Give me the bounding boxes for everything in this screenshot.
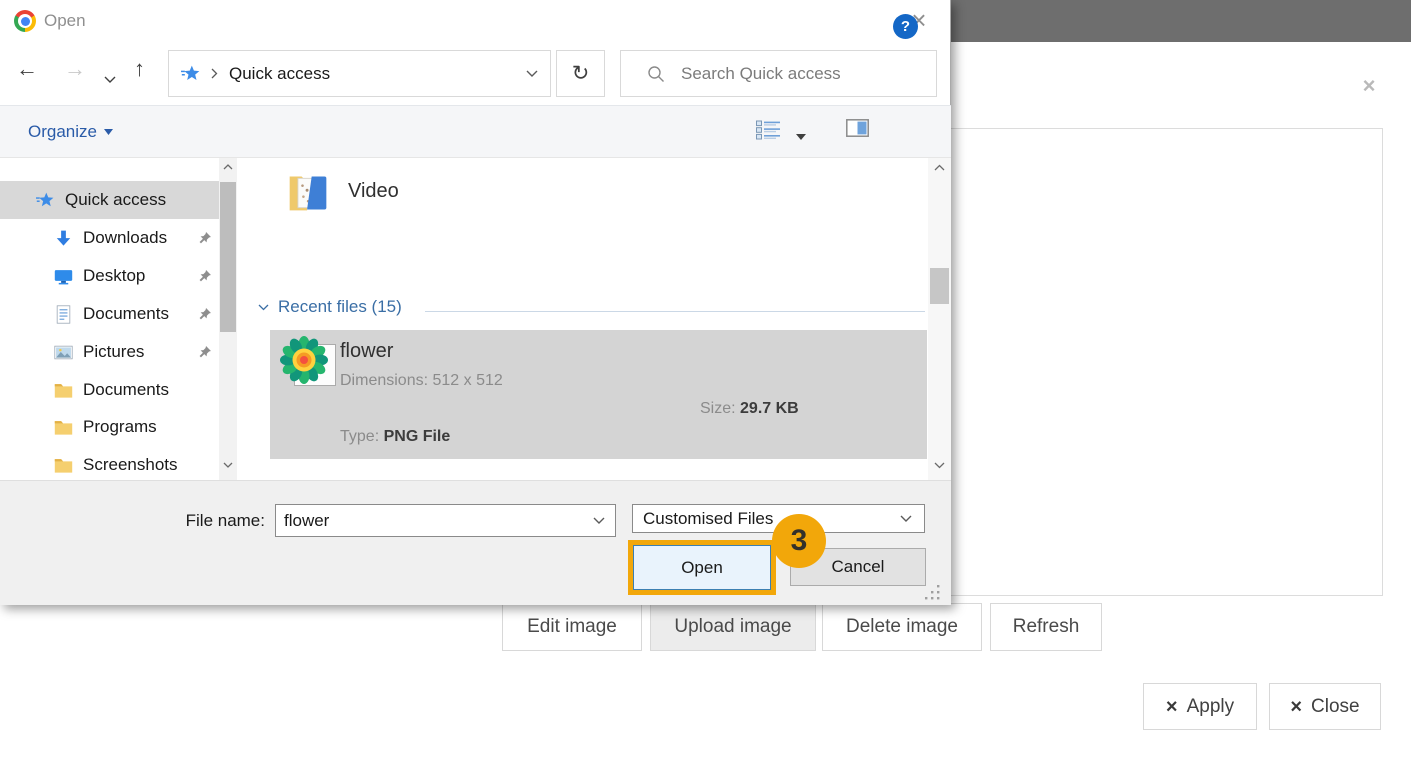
quick-access-star-icon <box>36 191 55 210</box>
video-folder-icon[interactable] <box>286 170 330 221</box>
refresh-icon: ↻ <box>572 61 590 86</box>
sidebar-item-label: Pictures <box>83 342 144 362</box>
x-mark-icon: × <box>1166 697 1178 717</box>
open-button-highlight: Open <box>628 540 776 595</box>
pin-icon <box>198 230 212 250</box>
preview-pane-icon[interactable] <box>846 119 869 142</box>
file-name-label: File name: <box>120 511 265 531</box>
search-input[interactable] <box>681 64 926 84</box>
search-icon <box>647 65 665 83</box>
scrollbar-thumb[interactable] <box>930 268 949 304</box>
file-dimensions: Dimensions: 512 x 512 <box>340 372 503 390</box>
quick-access-star-icon <box>181 64 201 84</box>
upload-image-button[interactable]: Upload image <box>650 603 816 651</box>
apply-button-label: Apply <box>1187 696 1235 718</box>
folder-icon <box>54 456 73 475</box>
sidebar-item-quick-access[interactable]: Quick access <box>0 181 219 219</box>
modal-close-icon[interactable]: × <box>1355 72 1383 100</box>
up-arrow-icon[interactable]: ↑ <box>134 58 145 80</box>
scrollbar-thumb[interactable] <box>220 182 236 332</box>
downloads-icon <box>54 229 73 248</box>
sidebar-item-pictures[interactable]: Pictures <box>0 333 219 371</box>
chevron-down-icon <box>900 515 912 522</box>
folder-icon <box>54 381 73 400</box>
address-dropdown-chevron-icon[interactable] <box>526 70 538 77</box>
dialog-footer: File name: Customised Files Open Cancel … <box>0 480 951 605</box>
step-3-badge: 3 <box>772 514 826 568</box>
sidebar-item-label: Screenshots <box>83 455 178 475</box>
history-chevron-icon[interactable] <box>104 70 116 88</box>
resize-grip[interactable] <box>925 585 941 600</box>
view-options-icon[interactable] <box>756 120 780 145</box>
flower-file-icon <box>280 336 328 384</box>
scroll-down-icon <box>223 462 233 468</box>
address-bar[interactable]: Quick access <box>168 50 551 97</box>
file-type: Type: PNG File <box>340 428 450 446</box>
folder-icon <box>54 418 73 437</box>
sidebar-item-documents-folder[interactable]: Documents <box>0 371 219 409</box>
sidebar-item-downloads[interactable]: Downloads <box>0 219 219 257</box>
group-collapse-chevron-icon[interactable] <box>258 304 269 311</box>
file-item-flower[interactable]: flower Dimensions: 512 x 512 Size: 29.7 … <box>270 330 927 459</box>
breadcrumb[interactable]: Quick access <box>229 64 526 84</box>
file-name-field[interactable] <box>275 504 616 537</box>
forward-arrow-icon: → <box>64 58 86 80</box>
sidebar-item-label: Documents <box>83 380 169 400</box>
sidebar-item-label: Desktop <box>83 266 145 286</box>
file-name-input[interactable] <box>276 511 593 531</box>
refresh-button[interactable]: Refresh <box>990 603 1102 651</box>
open-button[interactable]: Open <box>633 545 771 590</box>
sidebar-item-screenshots[interactable]: Screenshots <box>0 446 219 484</box>
scroll-up-icon <box>223 164 233 170</box>
refresh-address-button[interactable]: ↻ <box>556 50 605 97</box>
delete-image-button[interactable]: Delete image <box>822 603 982 651</box>
scroll-up-icon <box>934 164 945 171</box>
organize-caret-icon <box>104 129 113 135</box>
scroll-down-icon <box>934 462 945 469</box>
open-file-dialog: Open × ← → ↑ Quick access <box>0 0 951 605</box>
sidebar-scrollbar[interactable] <box>219 158 237 480</box>
search-box[interactable] <box>620 50 937 97</box>
file-name: flower <box>340 340 393 363</box>
dialog-title: Open <box>44 11 86 31</box>
close-button[interactable]: × Close <box>1269 683 1381 730</box>
pin-icon <box>198 306 212 326</box>
help-button[interactable]: ? <box>893 14 918 39</box>
sidebar-item-label: Documents <box>83 304 169 324</box>
chrome-icon <box>14 10 36 32</box>
sidebar-item-desktop[interactable]: Desktop <box>0 257 219 295</box>
desktop-icon <box>54 267 73 286</box>
organize-label: Organize <box>28 122 97 142</box>
view-options-caret-icon[interactable] <box>796 127 806 145</box>
close-button-label: Close <box>1311 696 1360 718</box>
sidebar-item-label: Programs <box>83 417 157 437</box>
dialog-toolbar <box>0 105 951 158</box>
apply-button[interactable]: × Apply <box>1143 683 1257 730</box>
document-icon <box>54 305 73 324</box>
sidebar-item-label: Quick access <box>65 190 166 210</box>
back-arrow-icon[interactable]: ← <box>16 58 38 80</box>
screen: × Edit image Upload image Delete image R… <box>0 0 1411 761</box>
x-mark-icon: × <box>1290 697 1302 717</box>
organize-menu[interactable]: Organize <box>28 106 113 157</box>
file-type-value: Customised Files <box>643 509 900 529</box>
file-item-video-label[interactable]: Video <box>348 180 399 203</box>
breadcrumb-chevron-icon <box>211 68 218 79</box>
picture-icon <box>54 343 73 362</box>
pin-icon <box>198 268 212 288</box>
pin-icon <box>198 344 212 364</box>
file-name-dropdown-chevron-icon[interactable] <box>593 517 605 524</box>
group-header-rule <box>425 311 925 312</box>
file-list-scrollbar[interactable] <box>928 158 951 480</box>
file-size: Size: 29.7 KB <box>700 400 799 418</box>
edit-image-button[interactable]: Edit image <box>502 603 642 651</box>
sidebar-item-label: Downloads <box>83 228 167 248</box>
sidebar-item-documents-library[interactable]: Documents <box>0 295 219 333</box>
sidebar-item-programs[interactable]: Programs <box>0 408 219 446</box>
group-header[interactable]: Recent files (15) <box>278 297 402 317</box>
